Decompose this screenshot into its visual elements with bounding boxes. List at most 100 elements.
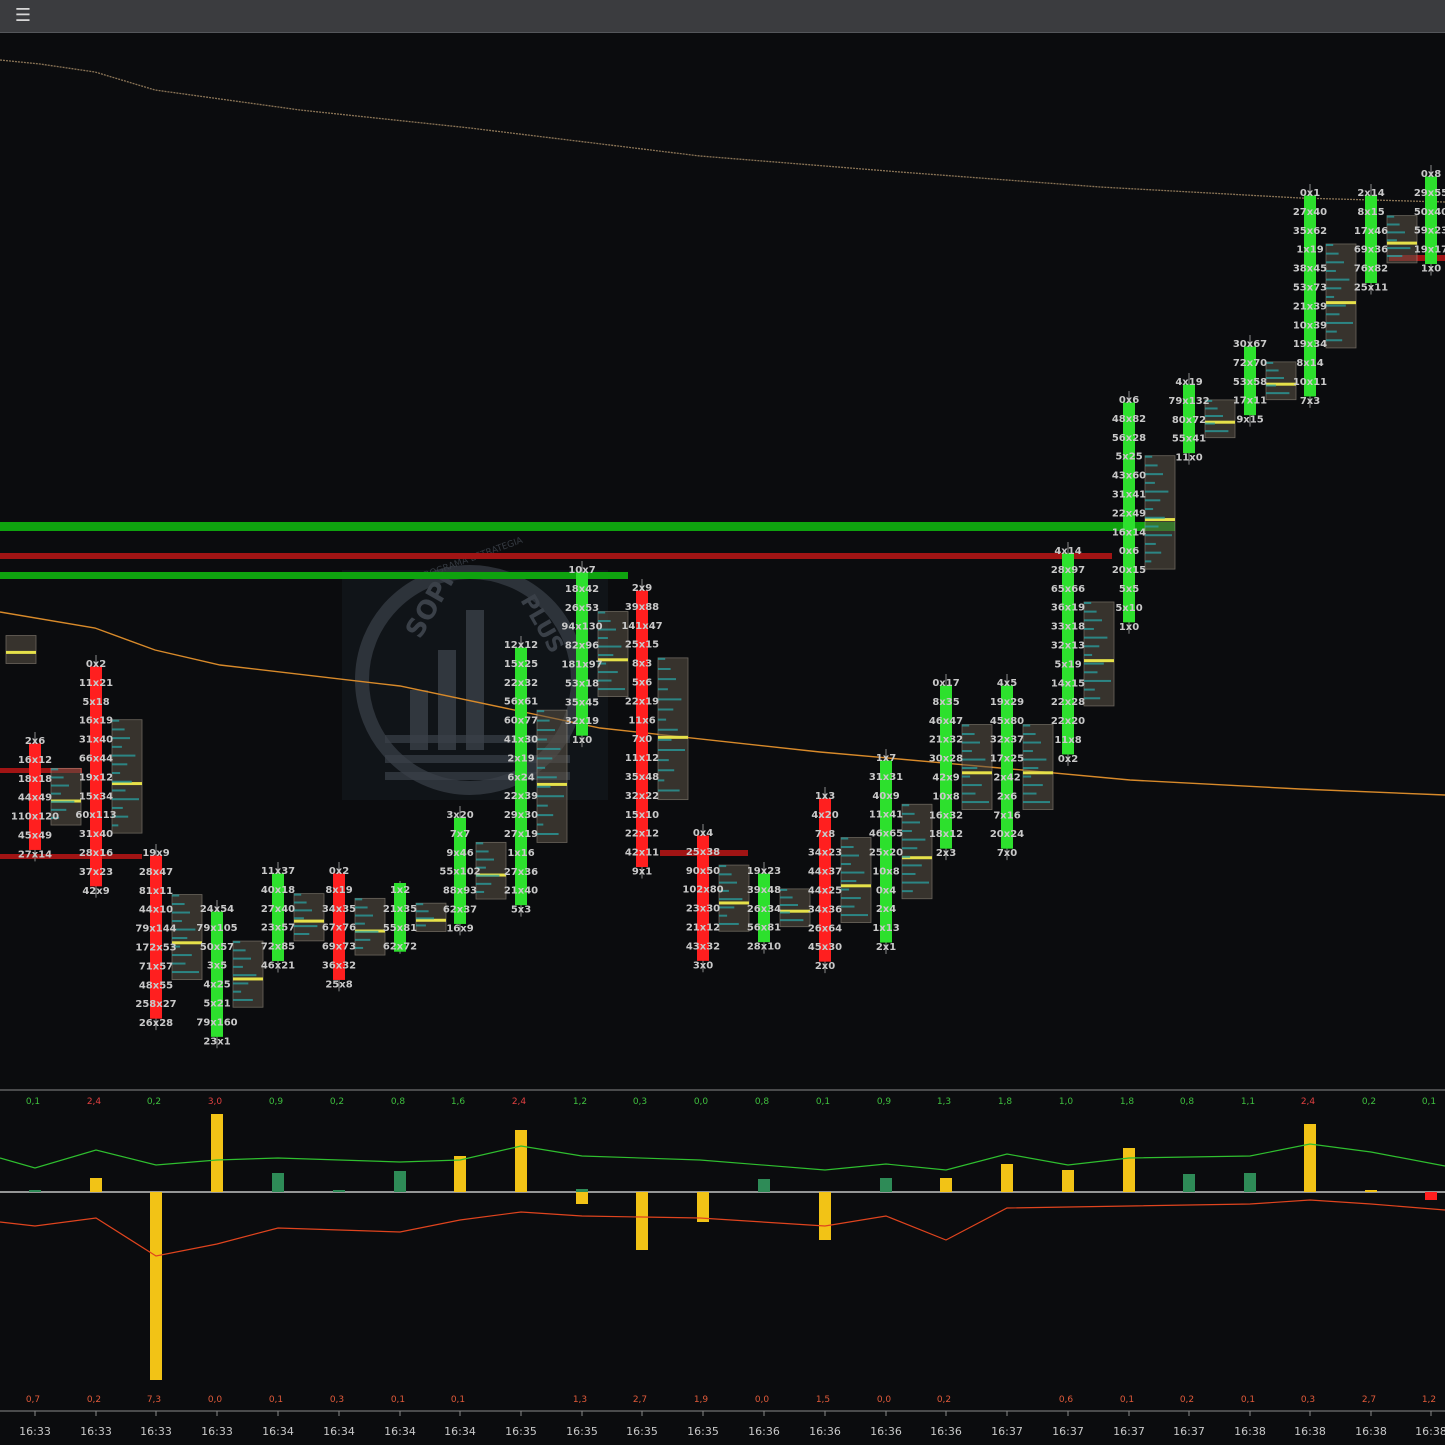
volume-histogram-tick	[658, 657, 666, 660]
footprint-cell-label: 4x14	[1054, 546, 1081, 557]
list-menu-icon[interactable]: ☰	[10, 4, 36, 28]
footprint-cell-label: 10x7	[568, 565, 595, 576]
volume-histogram-tick	[841, 854, 859, 857]
volume-histogram-tick	[1326, 304, 1346, 307]
footprint-cell-label: 15x25	[504, 659, 538, 670]
footprint-cell-label: 34x36	[808, 904, 842, 915]
volume-histogram-tick	[1326, 330, 1337, 333]
volume-histogram-tick	[780, 911, 790, 914]
volume-histogram-tick	[1145, 542, 1156, 545]
poc-marker	[294, 919, 324, 923]
footprint-cell-label: 9x15	[1236, 415, 1263, 426]
delta-bottom-label: 1,9	[694, 1395, 709, 1405]
delta-bottom-label: 0,6	[1059, 1395, 1074, 1405]
footprint-cell-label: 7x8	[815, 829, 835, 840]
volume-histogram-tick	[1326, 252, 1339, 255]
footprint-cell-label: 72x85	[261, 942, 295, 953]
footprint-cell-label: 39x48	[747, 885, 781, 896]
footprint-cell-label: 55x102	[439, 867, 480, 878]
footprint-cell-label: 43x60	[1112, 471, 1146, 482]
footprint-cell-label: 19x17	[1414, 245, 1445, 256]
volume-histogram-tick	[537, 738, 547, 741]
footprint-cell-label: 65x66	[1051, 584, 1085, 595]
footprint-cell-label: 43x32	[686, 941, 720, 952]
volume-histogram-tick	[658, 759, 669, 762]
volume-histogram-tick	[112, 824, 119, 827]
footprint-cell-label: 23x1	[203, 1036, 230, 1047]
volume-histogram-tick	[658, 738, 672, 741]
footprint-cell-label: 181x97	[561, 660, 602, 671]
footprint-cell-label: 33x18	[1051, 622, 1085, 633]
footprint-cell-label: 11x0	[1175, 453, 1202, 464]
volume-histogram-tick	[172, 937, 188, 940]
footprint-cell-label: 28x10	[747, 942, 781, 953]
footprint-cell-label: 56x28	[1112, 433, 1146, 444]
poc-marker	[719, 901, 749, 905]
time-label: 16:33	[80, 1425, 112, 1438]
volume-histogram-tick	[962, 784, 982, 787]
footprint-cell-label: 5x10	[1115, 603, 1142, 614]
footprint-cell-label: 31x31	[869, 772, 903, 783]
volume-histogram-tick	[1205, 422, 1215, 425]
footprint-cell-label: 22x39	[504, 791, 538, 802]
footprint-cell-label: 5x25	[1115, 452, 1142, 463]
delta-bottom-label: 0,3	[330, 1395, 344, 1405]
chart-background	[0, 0, 1445, 1445]
time-label: 16:36	[930, 1425, 962, 1438]
volume-profile-box	[901, 803, 933, 900]
footprint-cell-label: 1x7	[876, 753, 896, 764]
volume-histogram-tick	[355, 922, 365, 925]
footprint-cell-label: 79x160	[196, 1017, 237, 1028]
delta-bottom-label: 0,0	[877, 1395, 892, 1405]
footprint-cell-label: 25x20	[869, 848, 903, 859]
footprint-cell-label: 50x57	[200, 942, 234, 953]
volume-histogram-tick	[537, 710, 545, 713]
footprint-cell-label: 21x35	[383, 904, 417, 915]
volume-histogram-tick	[658, 718, 667, 721]
delta-top-label: 0,1	[26, 1097, 40, 1107]
footprint-cell-label: 62x37	[443, 905, 477, 916]
footprint-cell-label: 46x47	[929, 716, 963, 727]
footprint-cell-label: 5x18	[82, 697, 109, 708]
delta-top-label: 0,0	[694, 1097, 709, 1107]
volume-histogram-tick	[658, 678, 676, 681]
footprint-cell-label: 16x19	[79, 716, 113, 727]
footprint-cell-label: 9x46	[446, 848, 473, 859]
volume-histogram-tick	[51, 800, 75, 803]
footprint-cell-label: 56x61	[504, 697, 538, 708]
poc-marker	[841, 884, 871, 888]
footprint-cell-label: 4x20	[811, 810, 838, 821]
footprint-cell-label: 28x16	[79, 848, 113, 859]
footprint-cell-label: 2x6	[997, 791, 1017, 802]
volume-histogram-tick	[112, 737, 130, 740]
delta-bar-down	[819, 1192, 831, 1240]
volume-histogram-tick	[1205, 415, 1223, 418]
footprint-cell-label: 8x19	[325, 885, 352, 896]
volume-histogram-tick	[537, 729, 555, 732]
volume-histogram-tick	[476, 842, 484, 845]
footprint-cell-label: 48x82	[1112, 414, 1146, 425]
footprint-cell-label: 26x28	[139, 1018, 173, 1029]
footprint-cell-label: 2x4	[876, 904, 896, 915]
footprint-cell-label: 16x14	[1112, 527, 1146, 538]
time-label: 16:35	[505, 1425, 537, 1438]
footprint-cell-label: 44x10	[139, 905, 173, 916]
candle-body	[576, 572, 588, 736]
footprint-cell-label: 0x1	[1300, 188, 1320, 199]
delta-top-label: 0,1	[1422, 1097, 1436, 1107]
delta-bar-down	[1425, 1192, 1437, 1200]
footprint-cell-label: 31x40	[79, 735, 113, 746]
footprint-cell-label: 4x5	[997, 678, 1017, 689]
volume-histogram-tick	[1084, 653, 1093, 656]
volume-histogram-tick	[902, 872, 916, 875]
footprint-cell-label: 26x64	[808, 923, 842, 934]
time-label: 16:34	[262, 1425, 294, 1438]
volume-histogram-tick	[1326, 295, 1335, 298]
footprint-chart[interactable]: SOPI PLUSPROGRAMA ESTRATEGIA 2x616x1218x1…	[0, 0, 1445, 1445]
footprint-cell-label: 7x16	[993, 810, 1020, 821]
footprint-cell-label: 0x2	[329, 866, 349, 877]
volume-histogram-tick	[780, 919, 804, 922]
delta-bottom-label: 0,1	[1241, 1395, 1255, 1405]
volume-histogram-tick	[537, 757, 553, 760]
delta-bottom-label: 0,1	[269, 1395, 283, 1405]
